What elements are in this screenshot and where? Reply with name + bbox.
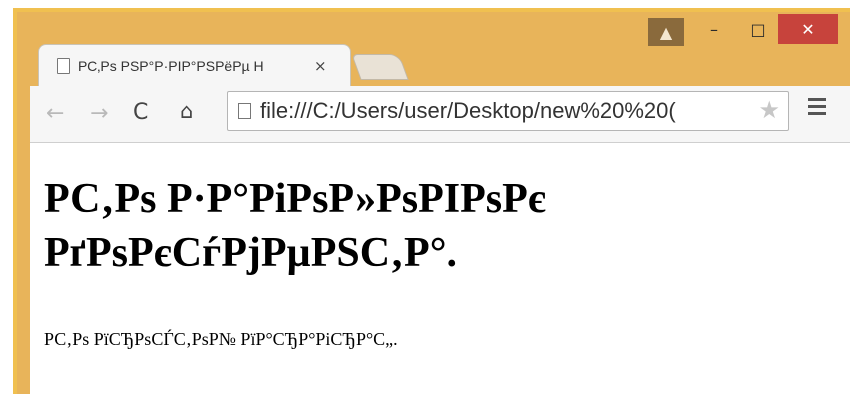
maximize-button[interactable]: □ bbox=[741, 14, 775, 44]
menu-line bbox=[808, 105, 826, 108]
reload-button[interactable]: C bbox=[133, 100, 148, 125]
user-icon: ▲ bbox=[659, 22, 673, 42]
url-text[interactable]: file:///C:/Users/user/Desktop/new%20%20( bbox=[260, 98, 750, 124]
tab-close-button[interactable]: × bbox=[314, 57, 327, 75]
page-heading: РС‚Рѕ Р·Р°РіРѕР»РѕРІРѕРє РґРѕРєСѓРјРµРЅС… bbox=[44, 176, 546, 276]
bookmark-star-icon[interactable]: ★ bbox=[758, 96, 780, 124]
address-bar[interactable]: file:///C:/Users/user/Desktop/new%20%20(… bbox=[227, 91, 789, 131]
page-content: РС‚Рѕ Р·Р°РіРѕР»РѕРІРѕРє РґРѕРєСѓРјРµРЅС… bbox=[30, 143, 850, 394]
tab-active[interactable]: РС‚Рѕ РЅР°Р·РІР°РЅРёРµ Н × bbox=[38, 44, 351, 86]
maximize-icon: □ bbox=[750, 19, 766, 39]
minimize-icon: – bbox=[710, 19, 718, 39]
page-icon bbox=[57, 57, 70, 74]
page-paragraph: РС‚Рѕ РїСЂРѕСЃС‚РѕР№ РїР°СЂР°РіСЂР°С„. bbox=[44, 329, 398, 349]
menu-line bbox=[808, 98, 826, 101]
file-icon bbox=[238, 103, 251, 119]
minimize-button[interactable]: – bbox=[697, 14, 731, 44]
toolbar: ← → C ⌂ file:///C:/Users/user/Desktop/ne… bbox=[30, 86, 850, 143]
home-button[interactable]: ⌂ bbox=[180, 99, 193, 123]
tab-title: РС‚Рѕ РЅР°Р·РІР°РЅРёРµ Н bbox=[78, 57, 264, 74]
forward-button[interactable]: → bbox=[90, 101, 108, 126]
menu-button[interactable] bbox=[808, 98, 826, 119]
back-button[interactable]: ← bbox=[46, 101, 64, 126]
close-window-button[interactable]: ✕ bbox=[778, 14, 838, 44]
user-profile-button[interactable]: ▲ bbox=[648, 18, 684, 46]
menu-line bbox=[808, 112, 826, 115]
close-icon: ✕ bbox=[801, 19, 815, 39]
